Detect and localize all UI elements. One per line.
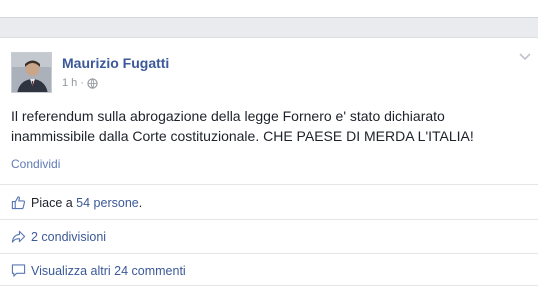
post-card: Maurizio Fugatti 1 h · Il referendum sul… bbox=[0, 37, 538, 288]
likes-suffix: . bbox=[138, 195, 143, 210]
likes-prefix: Piace a bbox=[31, 195, 77, 210]
avatar[interactable] bbox=[11, 52, 52, 93]
divider bbox=[0, 285, 538, 286]
author-name[interactable]: Maurizio Fugatti bbox=[62, 55, 169, 71]
previous-post-card bbox=[0, 0, 538, 18]
divider bbox=[0, 219, 538, 220]
divider bbox=[0, 253, 538, 254]
divider bbox=[0, 184, 538, 185]
post-message: Il referendum sulla abrogazione della le… bbox=[11, 108, 474, 144]
chevron-down-icon[interactable] bbox=[518, 52, 532, 62]
comment-bubble-icon bbox=[11, 264, 26, 277]
likes-row: Piace a 54 persone . bbox=[11, 195, 142, 210]
shares-count-link[interactable]: 2 condivisioni bbox=[31, 230, 106, 244]
share-arrow-icon bbox=[11, 230, 26, 243]
thumbs-up-icon[interactable] bbox=[11, 195, 26, 210]
meta-separator: · bbox=[80, 77, 84, 89]
likes-count-link[interactable]: 54 persone bbox=[76, 196, 139, 210]
share-button[interactable]: Condividi bbox=[11, 157, 60, 171]
globe-icon[interactable] bbox=[87, 77, 98, 89]
view-more-comments-link[interactable]: Visualizza altri 24 commenti bbox=[31, 264, 186, 278]
post-timestamp[interactable]: 1 h bbox=[62, 77, 77, 89]
comments-row[interactable]: Visualizza altri 24 commenti bbox=[11, 263, 186, 278]
shares-row[interactable]: 2 condivisioni bbox=[11, 229, 106, 244]
post-meta: 1 h · bbox=[62, 77, 98, 89]
